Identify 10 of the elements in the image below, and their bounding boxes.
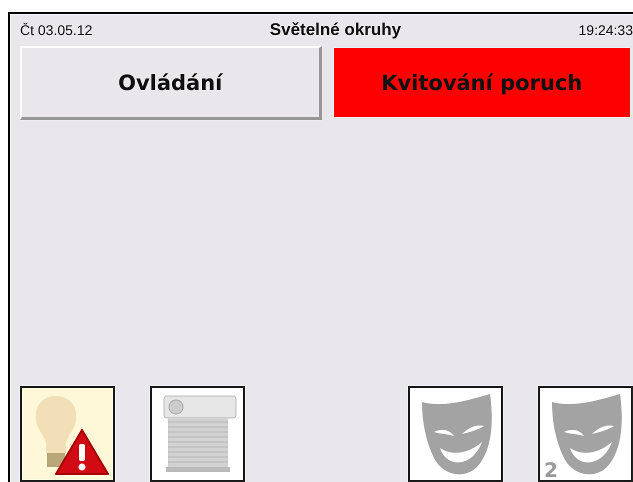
- tile-button[interactable]: 2: [538, 386, 633, 482]
- tile-button[interactable]: [150, 386, 245, 482]
- tile-button[interactable]: [408, 386, 503, 482]
- time-text: 19:24:33: [578, 22, 633, 38]
- screen-title: Světelné okruhy: [270, 20, 402, 40]
- tile-number: 2: [544, 458, 558, 482]
- control-button[interactable]: Ovládání: [20, 46, 322, 120]
- tile-button[interactable]: [20, 386, 115, 482]
- date-text: Čt 03.05.12: [20, 22, 92, 38]
- alarm-button[interactable]: Kvitování poruch: [332, 46, 633, 120]
